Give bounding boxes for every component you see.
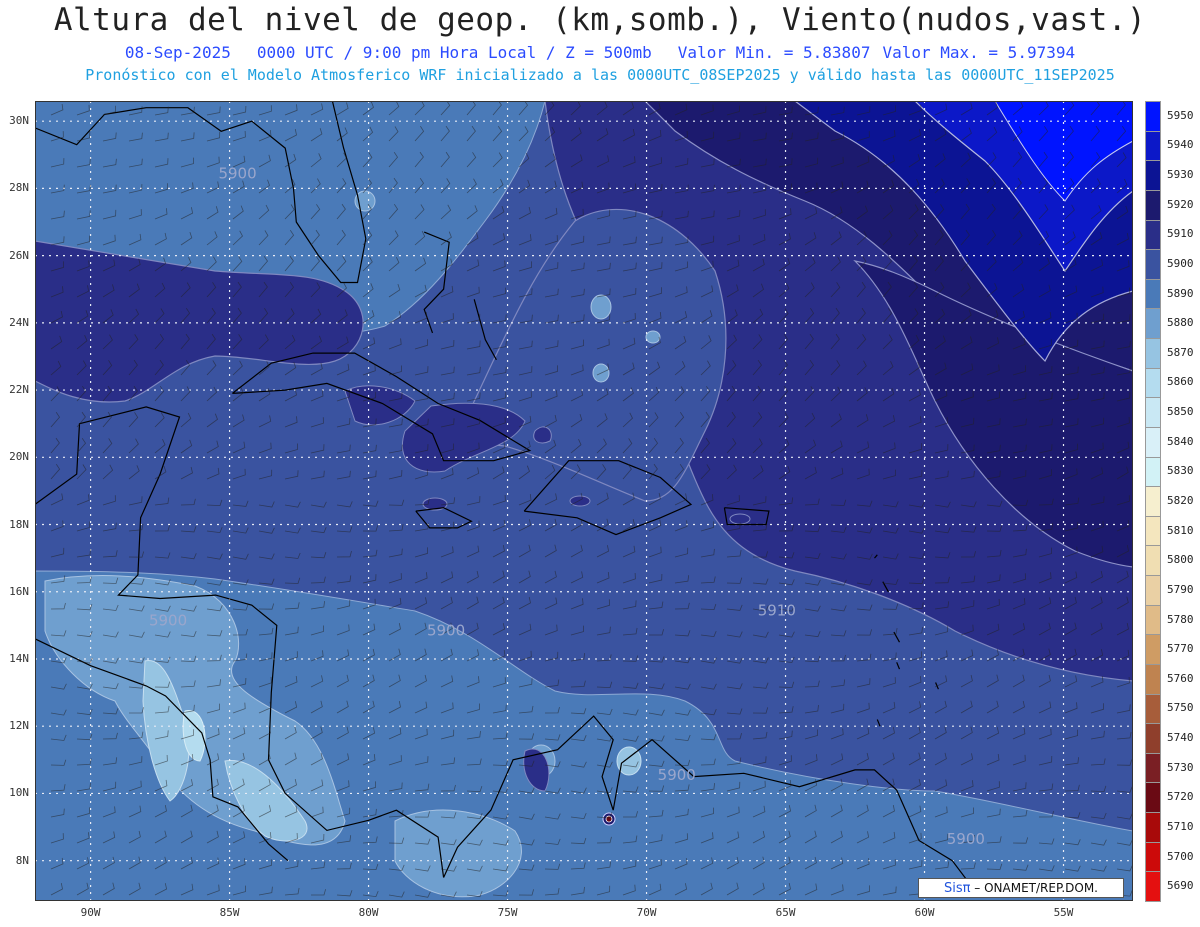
min-value: Valor Min. = 5.83807: [677, 43, 871, 62]
lat-tick-label: 12N: [9, 719, 29, 733]
lat-tick-label: 30N: [9, 114, 29, 128]
lat-tick-label: 26N: [9, 248, 29, 262]
credit-text: – ONAMET/REP.DOM.: [970, 881, 1098, 895]
contour-label: 5900: [149, 611, 187, 629]
legend-level-label: 5920: [1167, 197, 1194, 211]
lat-tick-label: 28N: [9, 181, 29, 195]
legend-level-label: 5940: [1167, 138, 1194, 152]
region-5910: [533, 426, 552, 444]
legend-swatch: [1145, 663, 1161, 695]
legend-level-label: 5740: [1167, 731, 1194, 745]
legend-swatch: [1145, 486, 1161, 517]
contour-label: 5900: [218, 164, 256, 182]
legend-swatch: [1145, 456, 1161, 488]
region-5880: [590, 294, 612, 320]
legend-level-label: 5890: [1167, 286, 1194, 300]
legend-swatch: [1145, 426, 1161, 458]
legend-swatch: [1145, 634, 1161, 665]
legend-level-label: 5800: [1167, 553, 1194, 567]
forecast-date: 08-Sep-2025: [124, 43, 231, 62]
lon-tick-label: 55W: [1053, 906, 1074, 919]
legend-swatch: [1145, 338, 1161, 369]
legend-swatch: [1145, 308, 1161, 340]
legend-level-label: 5850: [1167, 405, 1194, 419]
legend-level-label: 5700: [1167, 849, 1194, 863]
legend-level-label: 5770: [1167, 642, 1194, 656]
legend-level-label: 5810: [1167, 523, 1194, 537]
legend-level-label: 5950: [1167, 108, 1194, 122]
lat-tick-label: 22N: [9, 383, 29, 397]
color-legend: [1145, 101, 1163, 902]
geopotential-map[interactable]: 5900 5900 5900 5910 5900 5900: [35, 101, 1133, 901]
legend-level-label: 5840: [1167, 434, 1194, 448]
lon-tick-label: 90W: [80, 906, 101, 919]
region-5880: [645, 330, 661, 344]
legend-swatch: [1145, 752, 1161, 784]
legend-level-label: 5910: [1167, 227, 1194, 241]
legend-level-label: 5720: [1167, 790, 1194, 804]
legend-level-label: 5860: [1167, 375, 1194, 389]
lat-tick-label: 14N: [9, 651, 29, 665]
subtitle-line: 08-Sep-2025 0000 UTC / 9:00 pm Hora Local…: [0, 43, 1200, 62]
contour-label: 5900: [658, 766, 696, 784]
sispi-logo-text: Sisπ: [944, 881, 971, 896]
legend-level-label: 5780: [1167, 612, 1194, 626]
legend-swatch: [1145, 723, 1161, 754]
legend-level-label: 5900: [1167, 256, 1194, 270]
lon-tick-label: 85W: [219, 906, 240, 919]
legend-level-label: 5690: [1167, 879, 1194, 893]
lat-tick-label: 18N: [9, 517, 29, 531]
legend-swatch: [1145, 101, 1161, 132]
legend-level-label: 5760: [1167, 671, 1194, 685]
legend-swatch: [1145, 575, 1161, 606]
legend-swatch: [1145, 812, 1161, 843]
lon-tick-label: 65W: [775, 906, 796, 919]
legend-swatch: [1145, 604, 1161, 636]
legend-level-label: 5750: [1167, 701, 1194, 715]
lat-tick-label: 24N: [9, 315, 29, 329]
legend-swatch: [1145, 693, 1161, 725]
lat-tick-label: 8N: [15, 853, 29, 867]
lat-tick-label: 20N: [9, 450, 29, 464]
lat-tick-label: 10N: [9, 786, 29, 800]
legend-level-label: 5830: [1167, 464, 1194, 478]
legend-level-label: 5730: [1167, 760, 1194, 774]
legend-level-label: 5930: [1167, 168, 1194, 182]
legend-swatch: [1145, 841, 1161, 873]
lon-tick-label: 60W: [914, 906, 935, 919]
legend-swatch: [1145, 160, 1161, 191]
legend-level-label: 5820: [1167, 494, 1194, 507]
map-title: Altura del nivel de geop. (km,somb.), Vi…: [53, 2, 1147, 38]
legend-swatch: [1145, 871, 1161, 902]
lon-tick-label: 80W: [358, 906, 379, 919]
lat-tick-label: 16N: [9, 584, 29, 598]
lon-tick-label: 70W: [636, 906, 657, 919]
forecast-time: 0000 UTC / 9:00 pm Hora Local / Z = 500m…: [256, 43, 652, 62]
legend-swatch: [1145, 219, 1161, 251]
legend-swatch: [1145, 782, 1161, 814]
legend-swatch: [1145, 545, 1161, 577]
credit-box: Sisπ – ONAMET/REP.DOM.: [918, 878, 1124, 898]
legend-level-label: 5790: [1167, 582, 1194, 596]
region-5880: [354, 190, 376, 212]
region-5940: [605, 815, 613, 823]
legend-swatch: [1145, 367, 1161, 399]
contour-label: 5900: [947, 830, 985, 848]
legend-swatch: [1145, 189, 1161, 221]
forecast-note: Pronóstico con el Modelo Atmosferico WRF…: [85, 66, 1115, 84]
contour-label: 5910: [758, 601, 796, 619]
region-5910: [569, 495, 591, 507]
legend-level-label: 5880: [1167, 316, 1194, 330]
legend-swatch: [1145, 515, 1161, 547]
max-value: Valor Max. = 5.97394: [882, 43, 1076, 62]
legend-swatch: [1145, 278, 1161, 310]
legend-level-label: 5710: [1167, 819, 1194, 833]
legend-swatch: [1145, 249, 1161, 280]
contour-label: 5900: [427, 621, 465, 639]
legend-level-label: 5870: [1167, 345, 1194, 359]
map-panel[interactable]: 5900 5900 5900 5910 5900 5900: [35, 101, 1133, 901]
legend-swatch: [1145, 130, 1161, 162]
legend-swatch: [1145, 397, 1161, 428]
lon-tick-label: 75W: [497, 906, 518, 919]
